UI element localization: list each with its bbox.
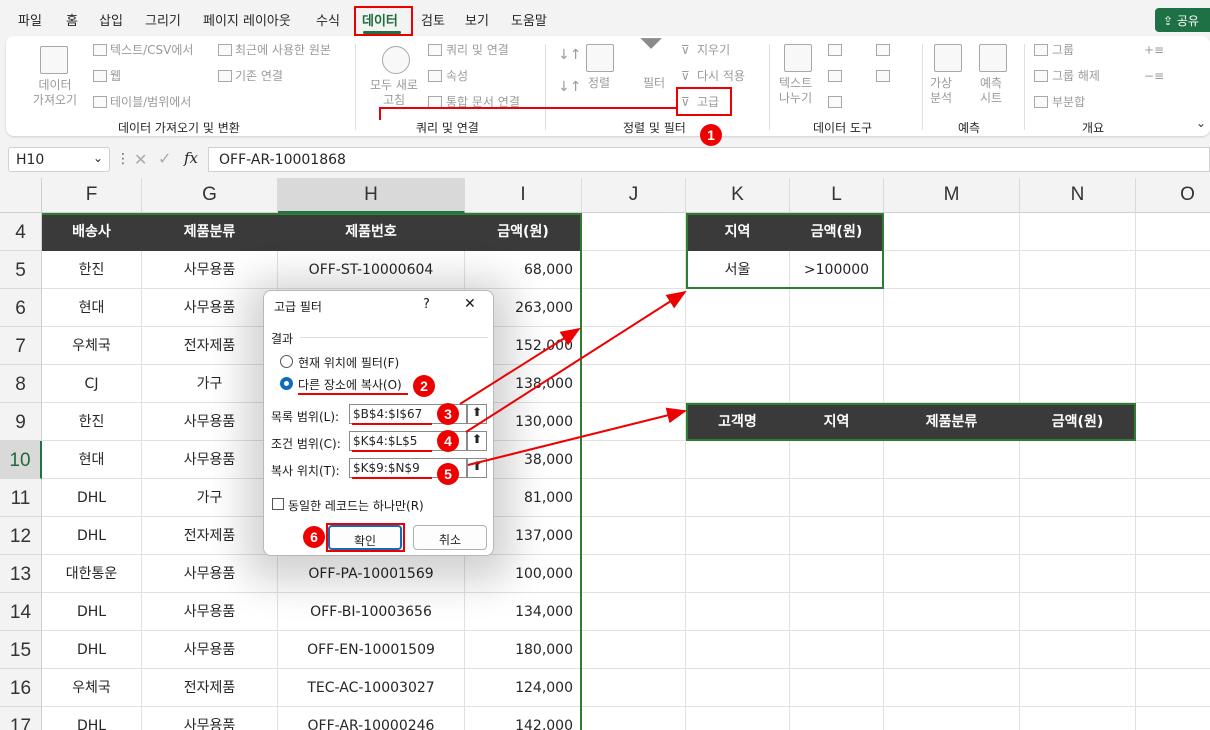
arrow-copy-to <box>467 407 687 466</box>
step-badge-1: 1 <box>700 124 722 146</box>
step-badge-5: 5 <box>437 463 459 485</box>
step-badge-3: 3 <box>437 403 459 425</box>
arrow-list-range <box>459 327 581 405</box>
excel-window: 파일 홈 삽입 그리기 페이지 레이아웃 수식 데이터 검토 보기 도움말 ⇪ … <box>0 0 1210 730</box>
step-badge-2: 2 <box>413 375 435 397</box>
step-badge-4: 4 <box>437 430 459 452</box>
annotation-arrows <box>379 107 687 466</box>
arrow-criteria-range <box>465 290 687 433</box>
step-badge-6: 6 <box>303 526 325 548</box>
arrow-to-advanced <box>379 107 676 120</box>
